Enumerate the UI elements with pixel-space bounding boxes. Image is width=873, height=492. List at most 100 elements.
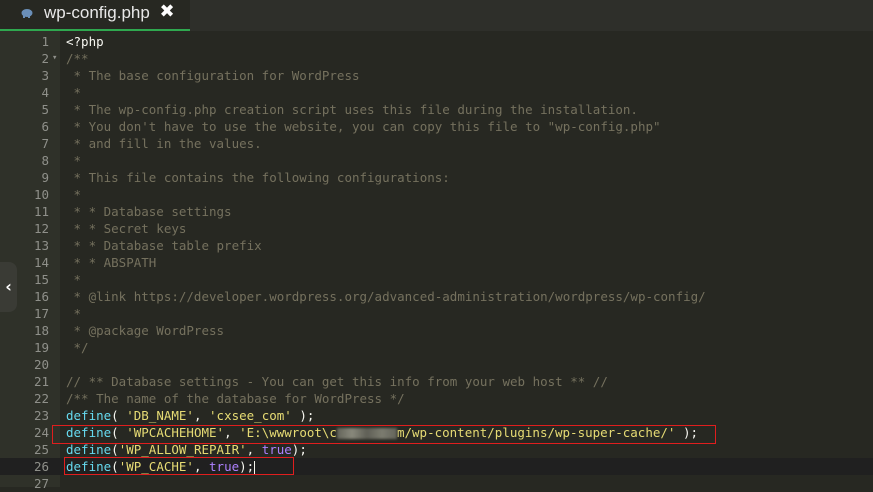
code-text: * * Database table prefix <box>66 237 262 254</box>
code-token: * * Database table prefix <box>66 238 262 253</box>
code-token: /** The name of the database for WordPre… <box>66 391 405 406</box>
php-elephant-icon <box>21 9 33 18</box>
code-token: * * Secret keys <box>66 221 187 236</box>
code-line[interactable]: 1 <?php <box>0 33 873 50</box>
code-text: * @link https://developer.wordpress.org/… <box>66 288 706 305</box>
close-icon[interactable]: ✖ <box>158 2 176 22</box>
code-token: true <box>261 442 292 457</box>
code-token: * <box>66 187 82 202</box>
line-number: 12 <box>33 221 49 236</box>
code-line[interactable]: 19 */ <box>0 339 873 356</box>
tab-bar: wp-config.php ✖ <box>0 0 873 31</box>
code-token: ); <box>291 442 307 457</box>
code-line[interactable]: 18 * @package WordPress <box>0 322 873 339</box>
code-token: ); <box>291 408 315 423</box>
code-line[interactable]: 3 * The base configuration for WordPress <box>0 67 873 84</box>
code-line[interactable]: 6 * You don't have to use the website, y… <box>0 118 873 135</box>
code-text: * and fill in the values. <box>66 135 262 152</box>
code-line[interactable]: 12 * * Secret keys <box>0 220 873 237</box>
line-number: 7 <box>41 136 49 151</box>
code-text: * The base configuration for WordPress <box>66 67 360 84</box>
code-text: * * Secret keys <box>66 220 187 237</box>
code-token: * <box>66 85 82 100</box>
line-number: 22 <box>33 391 49 406</box>
code-line[interactable]: 7 * and fill in the values. <box>0 135 873 152</box>
code-editor[interactable]: 1 <?php 2 ▾ /** 3 * The base configuration fo… <box>0 33 873 492</box>
code-token: , <box>193 408 210 423</box>
line-number: 21 <box>33 374 49 389</box>
code-line[interactable]: 16 * @link https://developer.wordpress.o… <box>0 288 873 305</box>
code-text: * This file contains the following confi… <box>66 169 450 186</box>
code-line[interactable]: 17 * <box>0 305 873 322</box>
code-token: * @package WordPress <box>66 323 225 338</box>
code-line[interactable]: 5 * The wp-config.php creation script us… <box>0 101 873 118</box>
highlight-box-wp-cache <box>64 457 294 475</box>
code-token: 'cxsee_com' <box>209 408 292 423</box>
line-number: 18 <box>33 323 49 338</box>
code-line[interactable]: 15 * <box>0 271 873 288</box>
code-line[interactable]: 11 * * Database settings <box>0 203 873 220</box>
code-line[interactable]: 22 /** The name of the database for WordP… <box>0 390 873 407</box>
line-number: 2 <box>41 51 49 66</box>
code-token: * and fill in the values. <box>66 136 262 151</box>
code-line[interactable]: 10 * <box>0 186 873 203</box>
line-number: 24 <box>33 425 49 440</box>
code-token: * <box>66 306 82 321</box>
code-token: 'WP_ALLOW_REPAIR' <box>118 442 247 457</box>
code-text: * <box>66 271 82 288</box>
tab-wp-config[interactable]: wp-config.php ✖ <box>0 0 190 31</box>
line-number: 13 <box>33 238 49 253</box>
code-token: 'DB_NAME' <box>126 408 194 423</box>
chevron-left-icon[interactable]: ‹ <box>0 262 17 312</box>
code-token: * This file contains the following confi… <box>66 170 450 185</box>
code-text: /** <box>66 50 89 67</box>
code-line[interactable]: 9 * This file contains the following con… <box>0 169 873 186</box>
line-number: 1 <box>41 34 49 49</box>
code-token: <?php <box>66 34 104 49</box>
code-line[interactable]: 8 * <box>0 152 873 169</box>
line-number: 4 <box>41 85 49 100</box>
code-token: , <box>246 442 262 457</box>
code-line[interactable]: 21 // ** Database settings - You can get … <box>0 373 873 390</box>
code-line[interactable]: 20 <box>0 356 873 373</box>
code-text: * @package WordPress <box>66 322 225 339</box>
line-number: 25 <box>33 442 49 457</box>
line-number: 5 <box>41 102 49 117</box>
line-number: 26 <box>33 459 49 474</box>
code-line[interactable]: 23 define( 'DB_NAME', 'cxsee_com' ); <box>0 407 873 424</box>
line-number: 20 <box>33 357 49 372</box>
code-text: */ <box>66 339 89 356</box>
code-token: * <box>66 153 82 168</box>
code-token: ( <box>111 408 127 423</box>
code-line[interactable]: 13 * * Database table prefix <box>0 237 873 254</box>
code-token: */ <box>66 340 89 355</box>
code-line[interactable]: 27 <box>0 475 873 492</box>
code-text: * <box>66 186 82 203</box>
code-text: /** The name of the database for WordPre… <box>66 390 405 407</box>
line-number: 27 <box>33 476 49 491</box>
code-line[interactable]: 14 * * ABSPATH <box>0 254 873 271</box>
code-text: <?php <box>66 33 104 50</box>
code-text: * * ABSPATH <box>66 254 157 271</box>
code-text: * <box>66 305 82 322</box>
code-token: * <box>66 272 82 287</box>
fold-toggle-icon[interactable]: ▾ <box>52 50 57 67</box>
line-number: 19 <box>33 340 49 355</box>
code-token: define <box>66 408 112 423</box>
code-token: /** <box>66 51 89 66</box>
code-token: * * ABSPATH <box>66 255 157 270</box>
line-number: 9 <box>41 170 49 185</box>
code-text: * You don't have to use the website, you… <box>66 118 661 135</box>
line-number: 10 <box>33 187 49 202</box>
code-token: * You don't have to use the website, you… <box>66 119 661 134</box>
highlight-box-wpcachehome <box>52 425 716 444</box>
code-token: * The wp-config.php creation script uses… <box>66 102 638 117</box>
code-token: * The base configuration for WordPress <box>66 68 360 83</box>
code-line[interactable]: 2 ▾ /** <box>0 50 873 67</box>
code-line[interactable]: 4 * <box>0 84 873 101</box>
line-number: 11 <box>33 204 49 219</box>
line-number: 6 <box>41 119 49 134</box>
code-token: define <box>66 442 112 457</box>
code-token: ( <box>111 442 119 457</box>
code-text: // ** Database settings - You can get th… <box>66 373 608 390</box>
